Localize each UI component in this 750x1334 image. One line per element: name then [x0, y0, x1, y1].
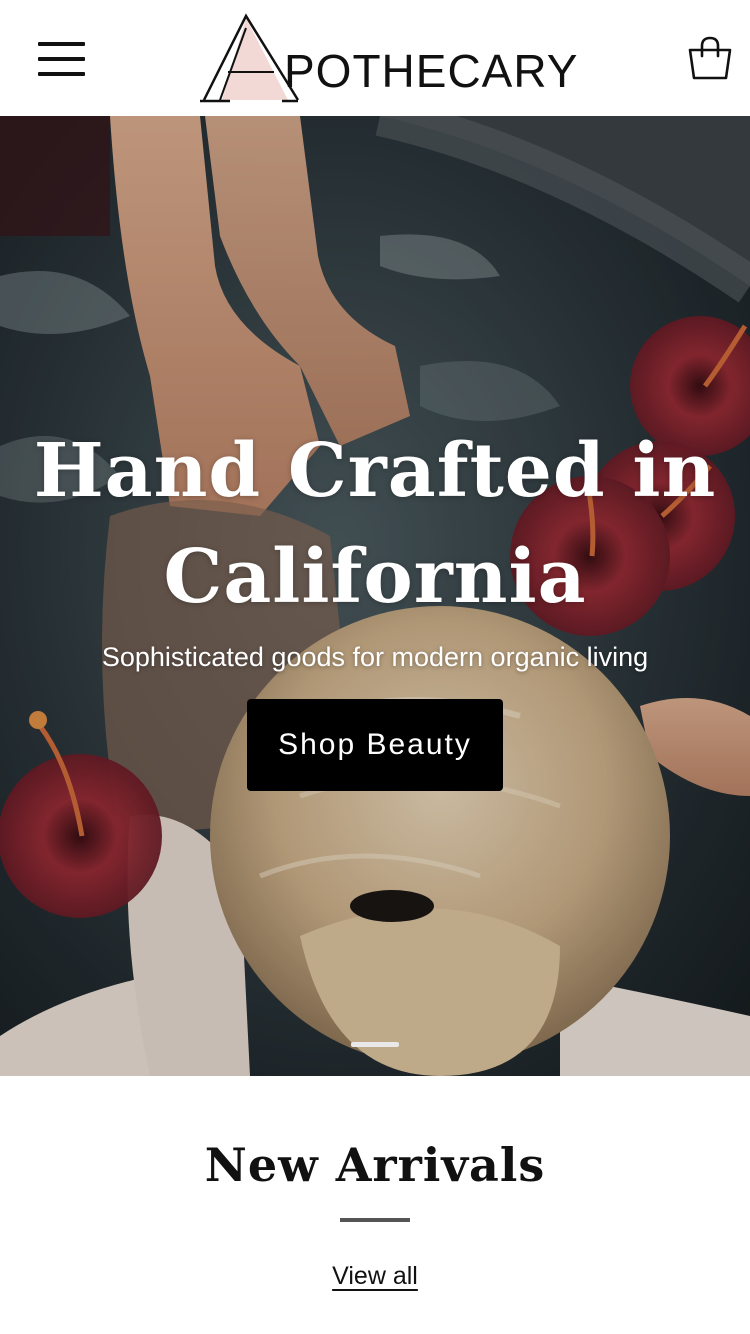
hamburger-menu-icon[interactable]: [38, 40, 86, 80]
menu-line: [38, 57, 85, 61]
shopping-bag-icon[interactable]: [686, 36, 734, 82]
menu-line: [38, 72, 85, 76]
menu-line: [38, 42, 85, 46]
hero-subtitle: Sophisticated goods for modern organic l…: [101, 642, 649, 672]
view-all-link[interactable]: View all: [0, 1262, 750, 1291]
shop-beauty-button[interactable]: Shop Beauty: [247, 699, 503, 791]
section-divider: [340, 1218, 410, 1222]
hero-title: Hand Crafted in California: [33, 428, 717, 620]
logo-wordmark: POTHECARY: [284, 45, 579, 97]
slide-indicator[interactable]: [351, 1042, 399, 1047]
site-header: POTHECARY: [0, 0, 750, 116]
site-logo[interactable]: POTHECARY: [200, 10, 577, 106]
section-title-new-arrivals: New Arrivals: [204, 1138, 546, 1192]
hero-banner: Hand Crafted in California Sophisticated…: [0, 116, 750, 1076]
